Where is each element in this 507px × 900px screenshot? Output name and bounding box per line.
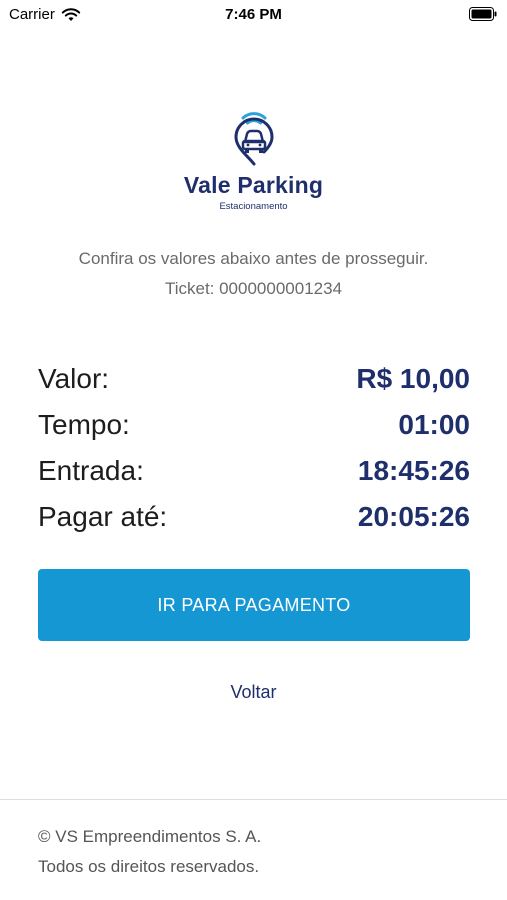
go-to-payment-button[interactable]: IR PARA PAGAMENTO xyxy=(38,569,470,641)
value-label: Pagar até: xyxy=(38,501,168,532)
status-time: 7:46 PM xyxy=(225,6,282,23)
value-amount: 18:45:26 xyxy=(357,455,470,486)
value-amount: 20:05:26 xyxy=(357,501,470,532)
copyright-text: © VS Empreendimentos S. A. xyxy=(38,827,262,846)
footer: © VS Empreendimentos S. A. Todos os dire… xyxy=(38,822,261,882)
confirm-message: Confira os valores abaixo antes de pross… xyxy=(78,249,429,268)
parking-car-pin-logo-icon xyxy=(233,112,274,166)
brand-name: Vale Parking xyxy=(183,172,324,198)
value-label: Entrada: xyxy=(38,455,144,486)
value-row-pagar-ate: Pagar até: 20:05:26 xyxy=(38,494,470,540)
ticket-number: Ticket: 0000000001234 xyxy=(164,279,343,298)
rights-text: Todos os direitos reservados. xyxy=(38,857,260,876)
value-label: Valor: xyxy=(38,363,110,394)
values-list: Valor: R$ 10,00 Tempo: 01:00 Entrada: 18… xyxy=(38,356,470,540)
intro-section: Confira os valores abaixo antes de pross… xyxy=(0,244,507,304)
back-link[interactable]: Voltar xyxy=(0,682,507,703)
value-row-entrada: Entrada: 18:45:26 xyxy=(38,448,470,494)
value-amount: 01:00 xyxy=(398,409,470,440)
battery-icon xyxy=(469,7,497,21)
value-row-valor: Valor: R$ 10,00 xyxy=(38,356,470,402)
brand-subtitle: Estacionamento xyxy=(219,201,288,212)
value-amount: R$ 10,00 xyxy=(356,363,470,394)
value-label: Tempo: xyxy=(38,409,130,440)
value-row-tempo: Tempo: 01:00 xyxy=(38,402,470,448)
brand-logo: Vale Parking Estacionamento xyxy=(0,106,507,212)
status-bar: Carrier 7:46 PM xyxy=(0,0,507,28)
footer-divider xyxy=(0,799,507,800)
